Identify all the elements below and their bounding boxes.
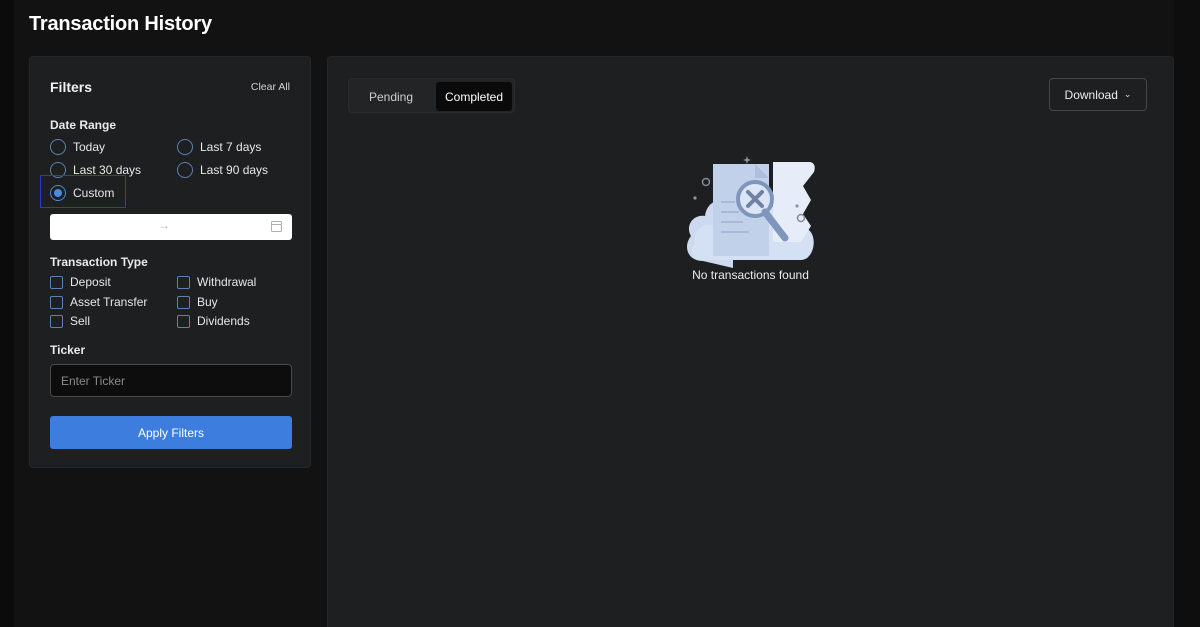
radio-label: Last 90 days	[200, 163, 269, 177]
download-label: Download	[1064, 87, 1118, 102]
empty-state-illustration	[687, 156, 815, 268]
filters-title: Filters	[50, 79, 93, 95]
status-tabs: Pending Completed	[348, 78, 515, 113]
radio-circle	[177, 162, 193, 178]
radio-last-7-days[interactable]: Last 7 days	[177, 137, 261, 157]
checkbox-box	[50, 295, 63, 309]
checkbox-box	[177, 314, 190, 328]
calendar-icon[interactable]	[271, 221, 282, 232]
checkbox-buy[interactable]: Buy	[177, 294, 218, 310]
arrow-right-icon: →	[158, 218, 170, 232]
radio-label: Today	[73, 140, 106, 154]
checkbox-box	[50, 275, 63, 289]
filters-panel: Filters Clear All Date Range Today Last …	[29, 56, 311, 468]
tab-pending[interactable]: Pending	[352, 82, 430, 111]
tab-completed[interactable]: Completed	[436, 82, 512, 111]
left-edge	[0, 0, 14, 627]
transaction-type-label: Transaction Type	[50, 255, 148, 269]
chevron-down-icon: ⌄	[1123, 89, 1132, 99]
right-edge	[1174, 0, 1200, 627]
radio-label: Last 7 days	[200, 140, 262, 154]
checkbox-label: Dividends	[197, 314, 250, 328]
checkbox-box	[50, 314, 63, 328]
radio-today[interactable]: Today	[50, 137, 105, 157]
checkbox-deposit[interactable]: Deposit	[50, 274, 111, 290]
ticker-label: Ticker	[50, 343, 86, 357]
checkbox-box	[177, 295, 190, 309]
apply-filters-button[interactable]: Apply Filters	[50, 416, 292, 449]
checkbox-label: Sell	[70, 314, 91, 328]
page-title: Transaction History	[29, 13, 212, 35]
radio-last-90-days[interactable]: Last 90 days	[177, 160, 268, 180]
download-button[interactable]: Download ⌄	[1049, 78, 1147, 111]
checkbox-box	[177, 275, 190, 289]
checkbox-asset-transfer[interactable]: Asset Transfer	[50, 294, 147, 310]
clear-all-link[interactable]: Clear All	[251, 81, 290, 93]
transactions-panel: Pending Completed Download ⌄ No transact…	[327, 56, 1174, 627]
empty-state-message: No transactions found	[692, 268, 809, 282]
checkbox-label: Deposit	[70, 275, 111, 289]
checkbox-label: Asset Transfer	[70, 295, 148, 309]
date-range-input[interactable]: →	[50, 214, 292, 240]
checkbox-sell[interactable]: Sell	[50, 313, 90, 329]
checkbox-dividends[interactable]: Dividends	[177, 313, 250, 329]
radio-circle	[177, 139, 193, 155]
checkbox-label: Withdrawal	[197, 275, 257, 289]
checkbox-label: Buy	[197, 295, 218, 309]
checkbox-withdrawal[interactable]: Withdrawal	[177, 274, 256, 290]
selection-highlight	[40, 175, 126, 208]
date-range-label: Date Range	[50, 118, 117, 132]
radio-circle	[50, 139, 66, 155]
ticker-input[interactable]	[50, 364, 292, 397]
